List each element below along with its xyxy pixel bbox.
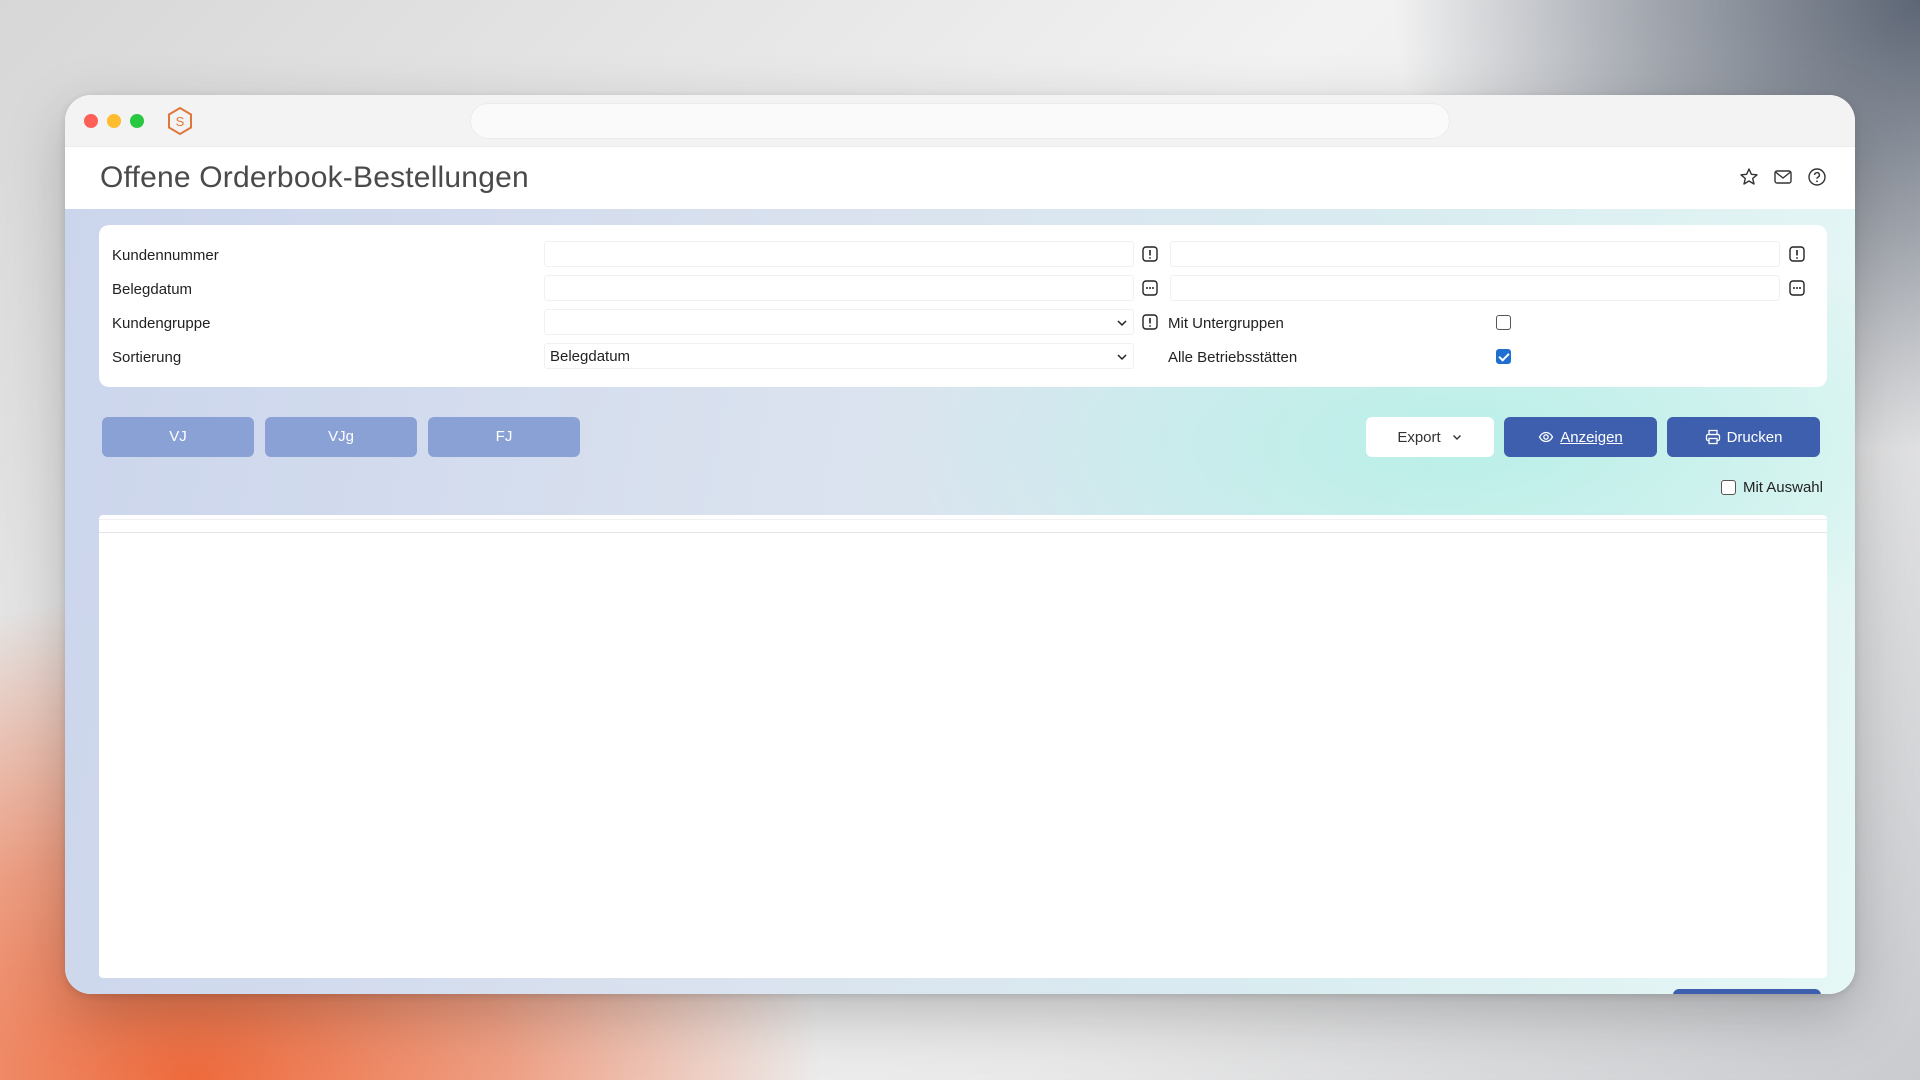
belegdatum-from-input[interactable] (544, 275, 1134, 301)
alle-betriebsstaetten-label: Alle Betriebsstätten (1168, 349, 1298, 366)
sortierung-select[interactable]: Belegdatum (544, 343, 1134, 369)
results-header (99, 519, 1827, 533)
mit-auswahl-label: Mit Auswahl (1742, 479, 1823, 496)
kundengruppe-label: Kundengruppe (112, 315, 211, 332)
maximize-window-button[interactable] (130, 114, 144, 128)
star-icon[interactable] (1739, 167, 1759, 187)
kundennummer-label: Kundennummer (112, 247, 219, 264)
kundennummer-to-input[interactable] (1170, 241, 1780, 267)
alle-betriebsstaetten-checkbox[interactable] (1496, 349, 1511, 364)
header-icons (1739, 167, 1827, 187)
kundennummer-from-input[interactable] (544, 241, 1134, 267)
sortierung-label: Sortierung (112, 349, 182, 366)
window-chrome: S (65, 95, 1855, 147)
filter-row-kundengruppe: Kundengruppe Mit Untergruppen (99, 309, 1827, 337)
svg-text:S: S (176, 114, 185, 129)
vjg-button[interactable]: VJg (265, 417, 417, 457)
export-label: Export (1397, 428, 1441, 446)
mit-auswahl-checkbox[interactable] (1720, 480, 1736, 495)
alert-square-icon[interactable] (1142, 246, 1158, 262)
filter-row-belegdatum: Belegdatum (99, 275, 1827, 303)
drucken-label: Drucken (1726, 428, 1783, 446)
alert-square-icon[interactable] (1789, 246, 1805, 262)
page-header: Offene Orderbook-Bestellungen (65, 147, 1855, 209)
vj-button[interactable]: VJ (102, 417, 254, 457)
filter-panel: Kundennummer Belegdatum Kundengruppe Mit… (99, 225, 1827, 387)
fj-button[interactable]: FJ (428, 417, 580, 457)
chevron-down-icon[interactable] (1115, 350, 1129, 364)
main-content: Kundennummer Belegdatum Kundengruppe Mit… (65, 209, 1855, 994)
mit-auswahl-option[interactable]: Mit Auswahl (1720, 479, 1823, 496)
mit-untergruppen-label: Mit Untergruppen (1168, 315, 1284, 332)
filter-row-kundennummer: Kundennummer (99, 241, 1827, 269)
hexagon-s-logo-icon: S (168, 106, 192, 136)
chevron-down-icon[interactable] (1115, 316, 1129, 330)
minimize-window-button[interactable] (107, 114, 121, 128)
calendar-dots-icon[interactable] (1789, 280, 1805, 296)
drucken-button[interactable]: Drucken (1667, 417, 1820, 457)
mit-untergruppen-checkbox[interactable] (1496, 315, 1511, 330)
belegdatum-to-input[interactable] (1170, 275, 1780, 301)
export-button[interactable]: Export (1366, 417, 1494, 457)
close-window-button[interactable] (84, 114, 98, 128)
anzeigen-button[interactable]: Anzeigen (1504, 417, 1657, 457)
app-window: S Offene Orderbook-Bestellungen Kundennu… (65, 95, 1855, 994)
scroll-indicator (1673, 989, 1821, 994)
alert-square-icon[interactable] (1142, 314, 1158, 330)
results-table (99, 515, 1827, 978)
address-bar[interactable] (470, 103, 1450, 139)
filter-row-sortierung: Sortierung Belegdatum Alle Betriebsstätt… (99, 343, 1827, 371)
eye-icon (1538, 431, 1554, 443)
help-icon[interactable] (1807, 167, 1827, 187)
printer-icon (1705, 429, 1720, 445)
chevron-down-icon (1452, 435, 1461, 440)
anzeigen-label: Anzeigen (1560, 428, 1623, 446)
calendar-dots-icon[interactable] (1142, 280, 1158, 296)
kundengruppe-select[interactable] (544, 309, 1134, 335)
page-title: Offene Orderbook-Bestellungen (100, 161, 529, 194)
belegdatum-label: Belegdatum (112, 281, 193, 298)
mail-icon[interactable] (1773, 167, 1793, 187)
